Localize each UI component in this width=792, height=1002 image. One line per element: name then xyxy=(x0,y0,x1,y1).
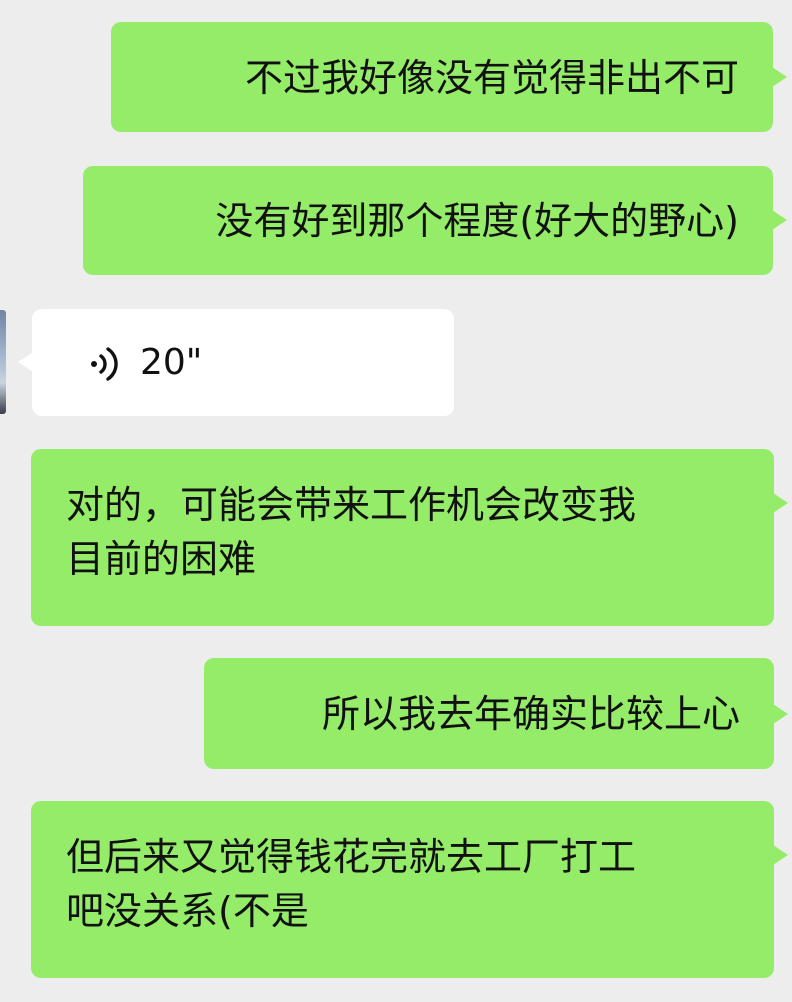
message-bubble-sent[interactable]: 但后来又觉得钱花完就去工厂打工 吧没关系(不是 xyxy=(31,801,788,978)
voice-wave-icon xyxy=(91,347,118,381)
message-text: 没有好到那个程度(好大的野心) xyxy=(215,199,739,243)
voice-message-bubble[interactable]: 20" xyxy=(18,309,454,416)
chat-view: 不过我好像没有觉得非出不可 没有好到那个程度(好大的野心) 20" 对的，可能会… xyxy=(0,0,792,1002)
message-text-line: 目前的困难 xyxy=(66,537,257,581)
message-text: 所以我去年确实比较上心 xyxy=(321,692,740,736)
contact-avatar[interactable] xyxy=(0,310,6,414)
message-bubble-sent[interactable]: 对的，可能会带来工作机会改变我 目前的困难 xyxy=(31,449,788,626)
message-text-line: 但后来又觉得钱花完就去工厂打工 xyxy=(66,835,637,879)
message-text-line: 吧没关系(不是 xyxy=(66,889,309,933)
message-bubble-sent[interactable]: 所以我去年确实比较上心 xyxy=(204,658,788,769)
message-text: 不过我好像没有觉得非出不可 xyxy=(244,56,739,100)
message-bubble-sent[interactable]: 没有好到那个程度(好大的野心) xyxy=(83,166,787,275)
message-text-line: 对的，可能会带来工作机会改变我 xyxy=(66,483,637,527)
message-bubble-sent[interactable]: 不过我好像没有觉得非出不可 xyxy=(111,22,787,132)
voice-duration: 20" xyxy=(140,342,203,383)
